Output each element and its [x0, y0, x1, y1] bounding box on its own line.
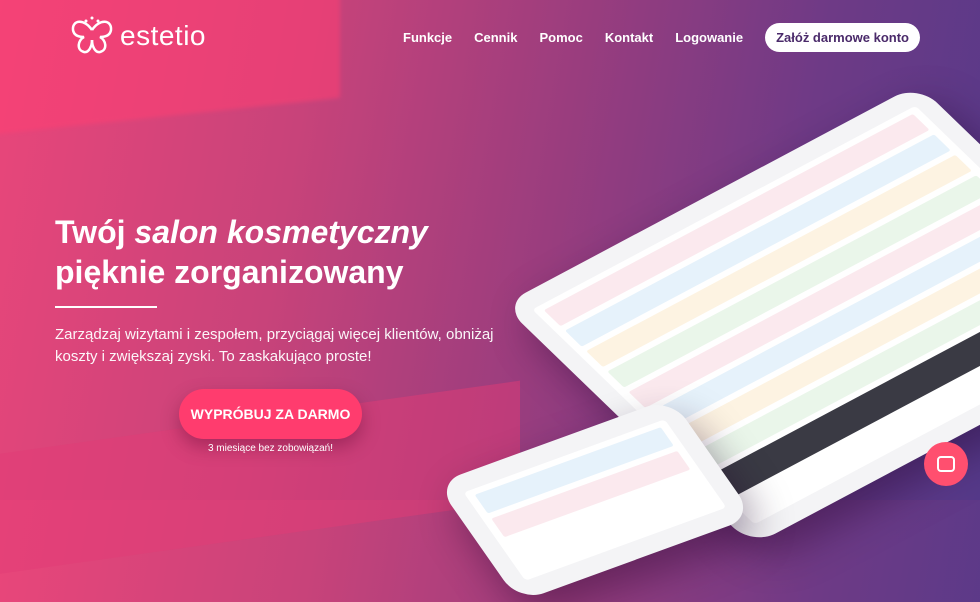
signup-button[interactable]: Załóż darmowe konto [765, 23, 920, 52]
title-part: pięknie zorganizowany [55, 254, 404, 290]
hero-description: Zarządzaj wizytami i zespołem, przyciąga… [55, 326, 494, 365]
hero-title: Twój salon kosmetyczny pięknie zorganizow… [55, 212, 495, 292]
logo[interactable]: estetio [70, 16, 206, 56]
divider [55, 306, 157, 308]
chat-button[interactable] [924, 442, 968, 486]
nav-cennik[interactable]: Cennik [474, 30, 517, 45]
butterfly-icon [71, 16, 113, 54]
title-part: Twój [55, 214, 135, 250]
button-note: 3 miesiące bez zobowiązań! [207, 443, 334, 454]
title-emphasis: salon kosmetyczny [134, 214, 428, 250]
nav-pomoc[interactable]: Pomoc [539, 30, 582, 45]
try-free-button[interactable]: WYPRÓBUJ ZA DARMO [179, 389, 362, 439]
brand-name: estetio [120, 20, 206, 51]
chat-icon [937, 456, 955, 472]
nav-funkcje[interactable]: Funkcje [403, 30, 452, 45]
hero: Twój salon kosmetyczny pięknie zorganizow… [55, 212, 495, 368]
nav-kontakt[interactable]: Kontakt [605, 30, 653, 45]
nav-logowanie[interactable]: Logowanie [675, 30, 743, 45]
header: estetio Funkcje Cennik Pomoc Kontakt Log… [0, 0, 980, 72]
main-nav: Funkcje Cennik Pomoc Kontakt Logowanie Z… [403, 23, 920, 52]
